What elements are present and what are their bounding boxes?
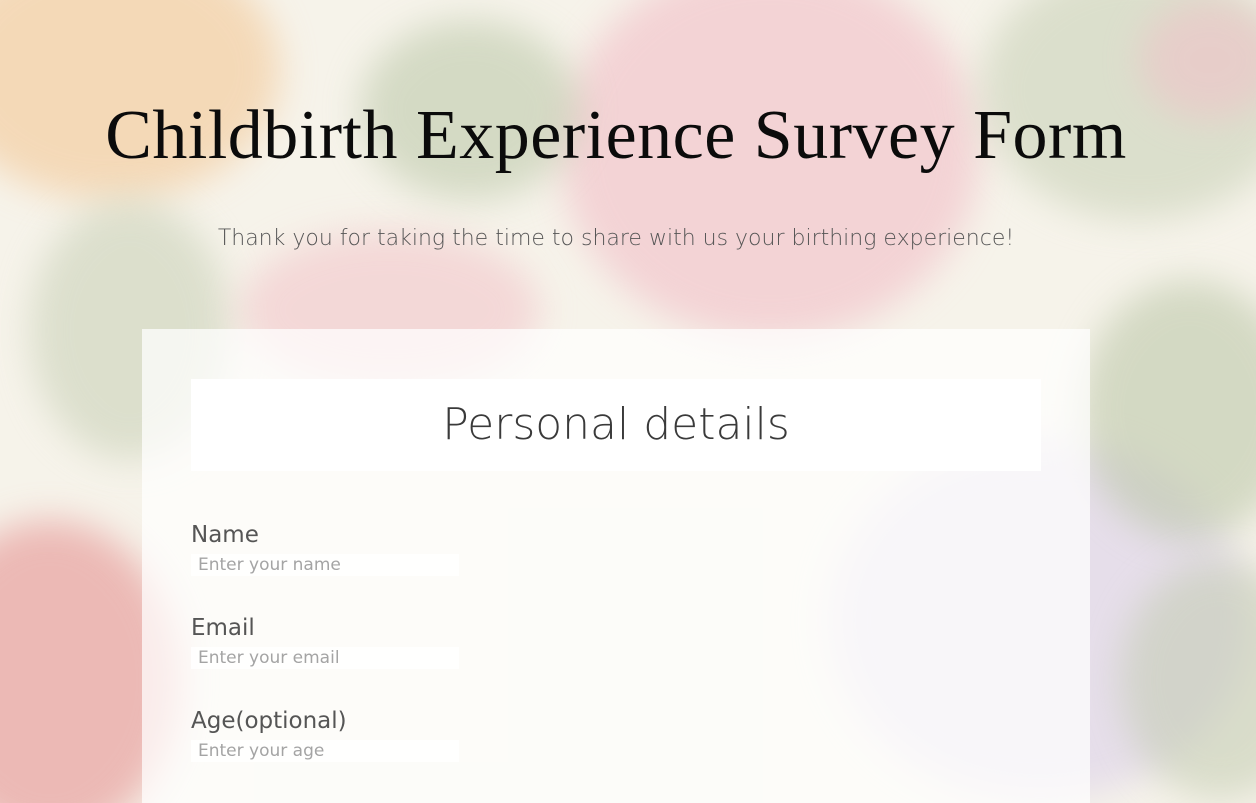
age-label: Age(optional) xyxy=(191,708,347,734)
name-label: Name xyxy=(191,522,259,548)
name-field-group: Name xyxy=(191,522,459,576)
section-header-personal-details: Personal details xyxy=(191,379,1041,471)
email-label: Email xyxy=(191,615,255,641)
email-input[interactable] xyxy=(191,647,459,669)
age-field-group: Age(optional) xyxy=(191,708,459,762)
page-description: Thank you for taking the time to share w… xyxy=(217,226,1015,251)
email-field-group: Email xyxy=(191,615,459,669)
survey-form: Personal details Name Email Age(optional… xyxy=(142,329,1090,803)
age-input[interactable] xyxy=(191,740,459,762)
page-title: Childbirth Experience Survey Form xyxy=(105,97,1127,174)
name-input[interactable] xyxy=(191,554,459,576)
